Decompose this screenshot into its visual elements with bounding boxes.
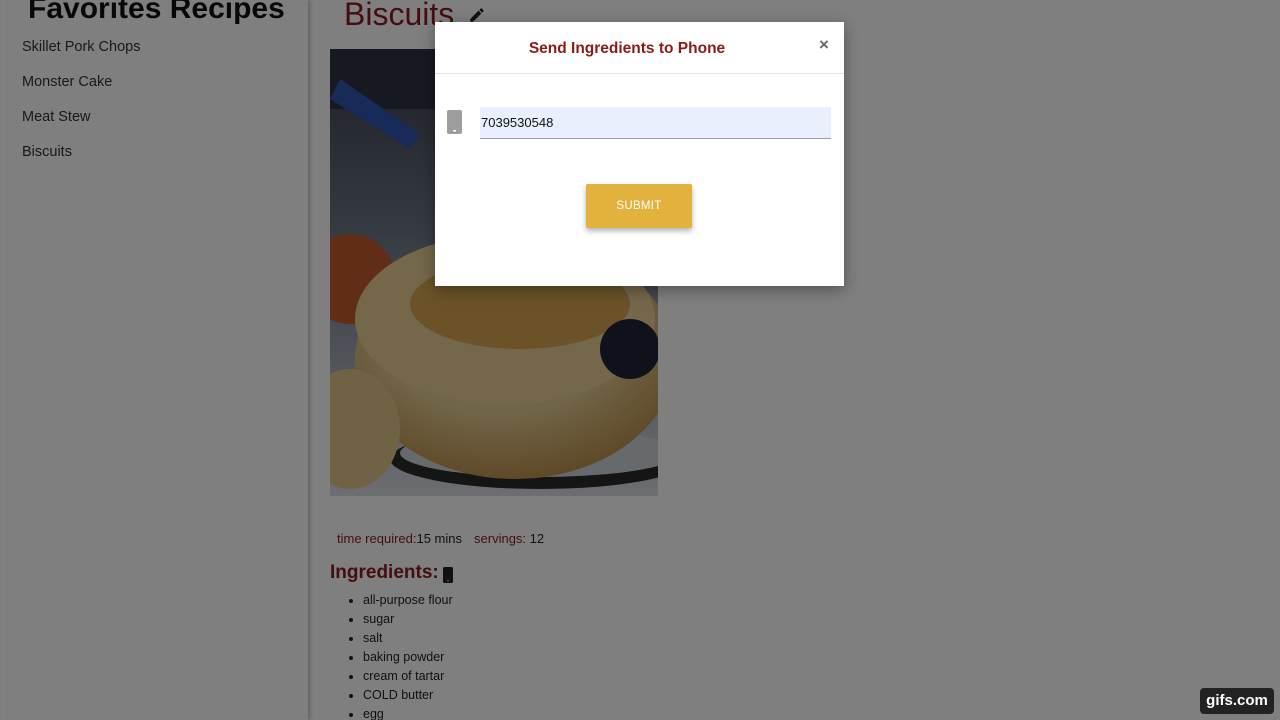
- modal-header: Send Ingredients to Phone ×: [435, 22, 844, 74]
- modal-title: Send Ingredients to Phone: [528, 40, 726, 57]
- close-icon[interactable]: ×: [819, 36, 833, 54]
- phone-number-input[interactable]: [480, 107, 831, 139]
- phone-icon: [447, 110, 462, 134]
- send-ingredients-modal: Send Ingredients to Phone × SUBMIT: [435, 22, 844, 286]
- gifs-watermark: gifs.com: [1200, 688, 1274, 714]
- submit-button[interactable]: SUBMIT: [586, 184, 692, 228]
